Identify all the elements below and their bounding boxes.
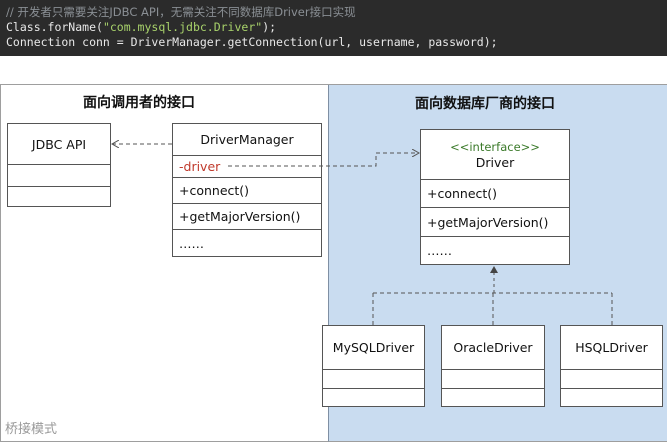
realization-arrowhead — [490, 266, 498, 273]
code-line-3: Connection conn = DriverManager.getConne… — [6, 35, 498, 49]
aggregation-arrow — [228, 153, 419, 167]
code-line-2: Class.forName("com.mysql.jdbc.Driver"); — [6, 20, 277, 34]
connector-layer — [0, 85, 613, 325]
watermark-text: 桥接模式 — [5, 422, 58, 437]
code-block: // 开发者只需要关注JDBC API，无需关注不同数据库Driver接口实现 … — [0, 0, 667, 56]
code-comment: // 开发者只需要关注JDBC API，无需关注不同数据库Driver接口实现 — [6, 5, 356, 19]
bridge-diagram: 面向调用者的接口 面向数据库厂商的接口 JDBC API DriverManag… — [0, 84, 667, 442]
